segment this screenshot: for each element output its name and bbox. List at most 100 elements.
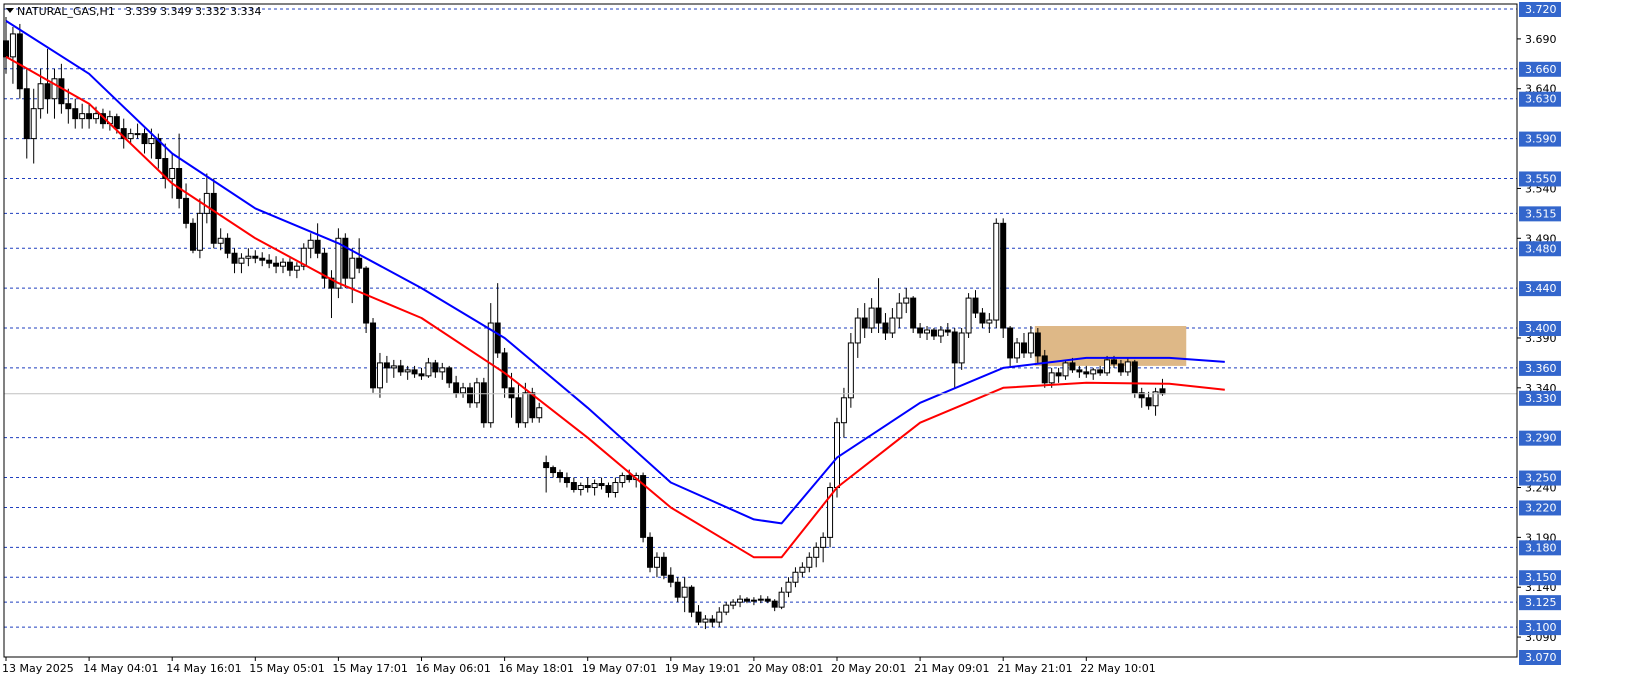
ohlc-readout: 3.339 3.349 3.332 3.334	[125, 5, 261, 18]
candle-body	[723, 604, 730, 613]
candle-body	[1090, 369, 1097, 375]
candle-body	[1131, 361, 1138, 394]
candle-body	[439, 367, 446, 373]
candle-body	[1076, 369, 1083, 373]
candle-body	[972, 297, 979, 314]
candle-body	[494, 322, 501, 354]
price-level-label: 3.590	[1525, 133, 1557, 146]
candle-body	[695, 611, 702, 623]
candle-body	[259, 257, 266, 261]
candle-body	[647, 536, 654, 568]
candle-body	[688, 586, 695, 613]
candle-body	[889, 317, 896, 334]
x-tick-label: 22 May 10:01	[1080, 662, 1155, 675]
candle-body	[875, 307, 882, 324]
candle-body	[834, 422, 840, 489]
candle-body	[584, 485, 591, 489]
candle-body	[314, 239, 321, 254]
chart-background	[0, 0, 1651, 682]
price-level-label: 3.330	[1525, 392, 1557, 405]
candle-body	[785, 581, 792, 593]
candle-body	[903, 297, 910, 304]
candle-body	[1020, 342, 1027, 354]
candle-body	[466, 387, 473, 404]
candle	[189, 218, 196, 254]
x-tick-label: 14 May 04:01	[83, 662, 158, 675]
candle-body	[764, 598, 771, 602]
candle-body	[1048, 372, 1055, 384]
candle-body	[203, 192, 210, 214]
candle-body	[1041, 355, 1048, 384]
candle-body	[1117, 363, 1124, 373]
candle-body	[1097, 369, 1104, 374]
candle	[480, 377, 487, 428]
candle-body	[280, 261, 286, 267]
x-tick-label: 19 May 19:01	[665, 662, 740, 675]
candle-body	[307, 239, 314, 249]
candle-body	[1159, 388, 1166, 395]
candle-body	[591, 483, 598, 489]
candle-body	[480, 382, 487, 424]
candle-body	[792, 571, 799, 583]
candle-body	[896, 302, 903, 319]
price-level-label: 3.290	[1525, 432, 1557, 445]
candle-body	[425, 362, 432, 377]
price-level-label: 3.220	[1525, 501, 1557, 514]
candle	[1041, 349, 1048, 388]
candle	[965, 293, 972, 338]
candle	[993, 218, 1000, 329]
price-level-label: 3.070	[1525, 651, 1557, 664]
candle-body	[522, 392, 529, 424]
candle-body	[231, 252, 238, 264]
x-tick-label: 15 May 17:01	[332, 662, 407, 675]
price-level-label: 3.550	[1525, 172, 1557, 185]
candle-body	[418, 373, 425, 377]
candle-body	[709, 618, 716, 623]
candle-body	[245, 255, 252, 259]
candle-body	[383, 362, 390, 369]
candle-body	[432, 362, 439, 373]
candle-body	[141, 133, 148, 145]
candle-body	[937, 329, 944, 337]
candle-body	[667, 574, 674, 583]
candle-body	[730, 601, 737, 606]
candle	[910, 296, 917, 333]
candle-body	[16, 33, 23, 90]
candle-body	[1104, 359, 1111, 374]
candle-body	[460, 387, 467, 394]
candle-body	[183, 197, 190, 224]
x-tick-label: 20 May 20:01	[831, 662, 906, 675]
x-tick-label: 19 May 07:01	[582, 662, 657, 675]
candle-body	[65, 103, 72, 110]
price-chart[interactable]: 3.6903.6403.5403.4903.3903.3403.2403.190…	[0, 0, 1651, 682]
candle-body	[1111, 359, 1117, 365]
candle-body	[570, 482, 577, 491]
candle-body	[113, 116, 120, 130]
candle-body	[813, 546, 820, 558]
candle-body	[293, 265, 300, 271]
candle-body	[868, 307, 875, 329]
candle	[847, 332, 854, 408]
candle-body	[79, 113, 86, 120]
price-level-label: 3.515	[1525, 207, 1557, 220]
candle-body	[335, 237, 342, 289]
candle-body	[252, 255, 259, 259]
candle-body	[266, 259, 273, 264]
candle-body	[778, 591, 785, 608]
candle-body	[1124, 361, 1131, 373]
candle-body	[148, 138, 155, 145]
candle-body	[598, 483, 605, 487]
candle-body	[951, 331, 958, 364]
candle	[688, 585, 695, 618]
candle-body	[176, 167, 183, 199]
candle-body	[660, 556, 667, 576]
candle-body	[563, 477, 570, 484]
candle-body	[986, 319, 993, 324]
candle-body	[674, 581, 681, 598]
candle-body	[757, 598, 764, 601]
x-tick-label: 15 May 05:01	[249, 662, 324, 675]
candle	[1000, 218, 1007, 338]
zone-rect	[1034, 326, 1187, 366]
candle-body	[557, 472, 563, 479]
candle-body	[653, 556, 660, 568]
